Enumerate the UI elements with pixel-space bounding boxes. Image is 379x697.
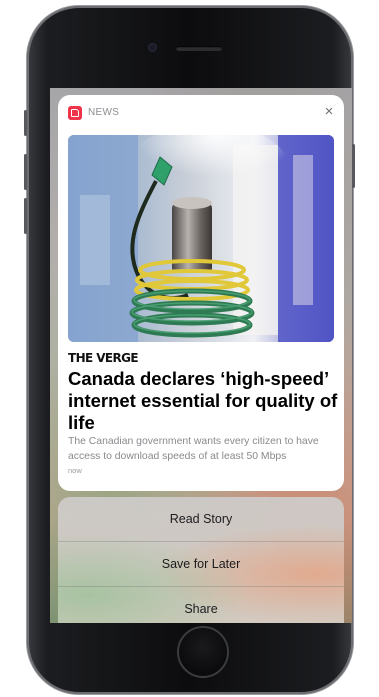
notification-timestamp: now	[68, 466, 82, 475]
volume-up-button-2	[24, 154, 27, 190]
phone-screen: NEWS × THE VERGE Canada declares ‘high-s…	[50, 88, 352, 623]
share-button[interactable]: Share	[58, 587, 344, 623]
save-for-later-button[interactable]: Save for Later	[58, 542, 344, 586]
home-button[interactable]	[177, 626, 229, 678]
read-story-button[interactable]: Read Story	[58, 497, 344, 541]
volume-down-button	[24, 198, 27, 234]
publisher-logo: THE VERGE	[68, 351, 139, 365]
app-name: NEWS	[88, 107, 120, 118]
close-button[interactable]: ×	[321, 104, 337, 120]
story-summary: The Canadian government wants every citi…	[68, 436, 319, 462]
news-app-icon	[68, 106, 82, 120]
volume-up-button	[24, 110, 27, 136]
front-camera	[148, 43, 157, 52]
story-image[interactable]	[68, 135, 334, 342]
photo-stage: NEWS × THE VERGE Canada declares ‘high-s…	[0, 0, 379, 697]
power-button	[352, 144, 355, 188]
notification-actions: Read Story Save for Later Share	[58, 497, 344, 623]
ethernet-cable-photo	[68, 135, 334, 342]
earpiece-speaker	[176, 46, 222, 51]
story-headline[interactable]: Canada declares ‘high-speed’ internet es…	[68, 368, 338, 434]
notification-header: NEWS ×	[58, 95, 344, 131]
news-notification-card[interactable]: NEWS × THE VERGE Canada declares ‘high-s…	[58, 95, 344, 491]
